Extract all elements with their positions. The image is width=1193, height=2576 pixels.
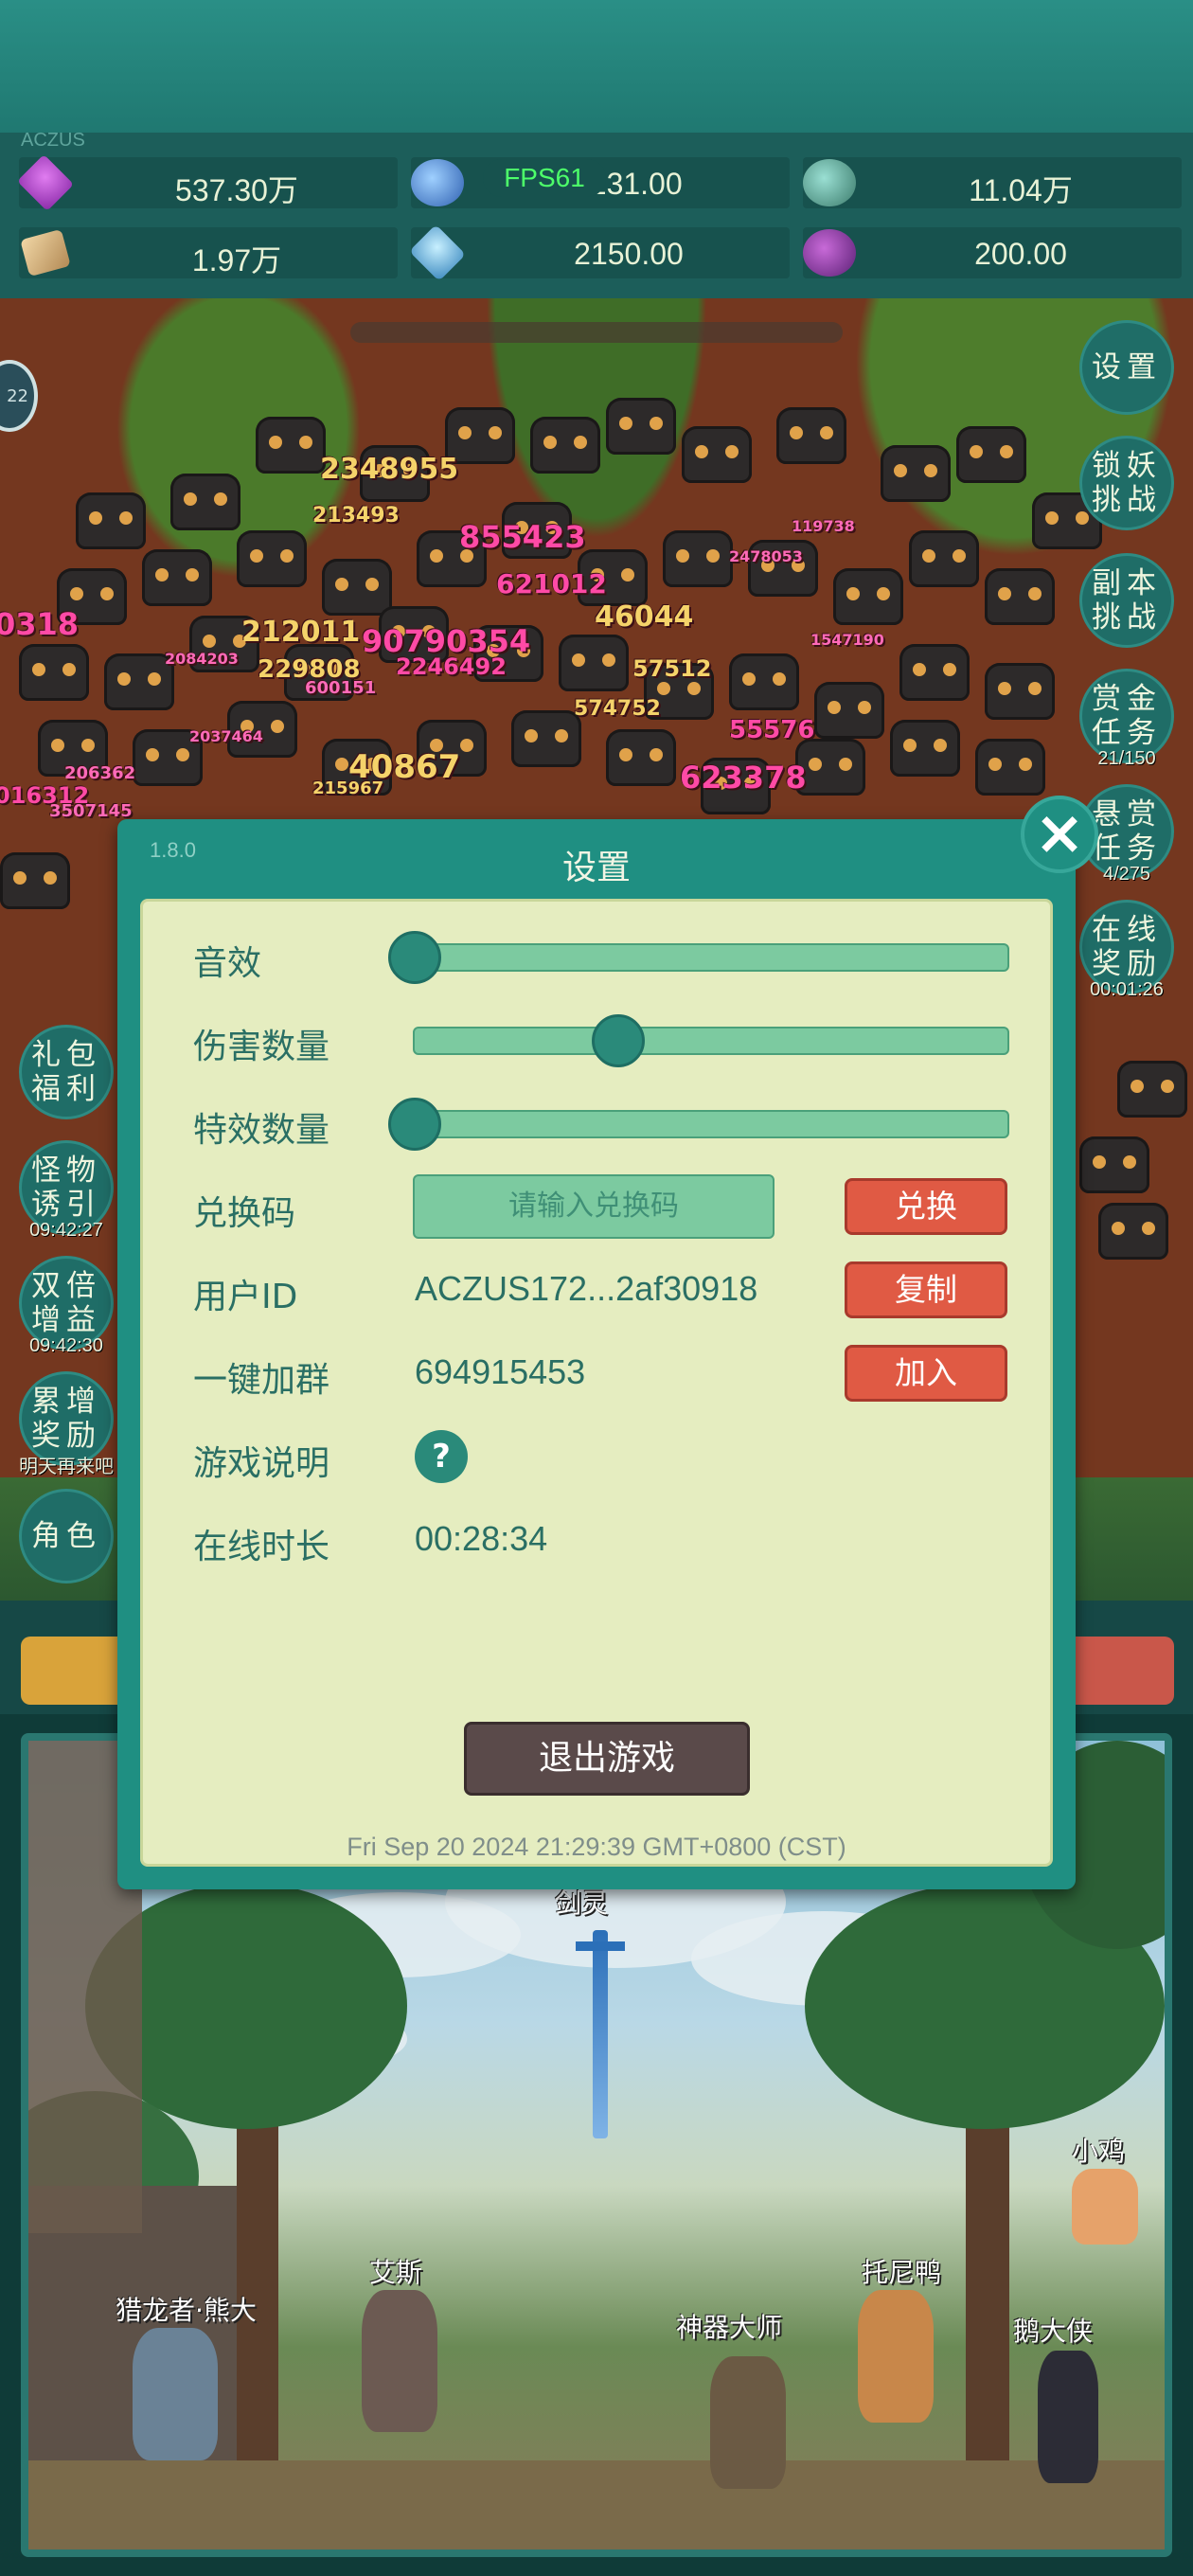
join-group-label: 一键加群: [193, 1361, 330, 1400]
help-icon[interactable]: ?: [415, 1430, 468, 1483]
redeem-button[interactable]: 兑换: [845, 1178, 1007, 1235]
timestamp: Fri Sep 20 2024 21:29:39 GMT+0800 (CST): [347, 1833, 846, 1861]
redeem-code-input[interactable]: 请输入兑换码: [413, 1174, 775, 1239]
damage-count-slider-thumb[interactable]: [592, 1014, 645, 1067]
online-time-value: 00:28:34: [415, 1519, 548, 1558]
effects-count-slider[interactable]: [390, 1110, 1009, 1138]
join-button[interactable]: 加入: [845, 1345, 1007, 1402]
game-help-label: 游戏说明: [193, 1444, 330, 1483]
damage-count-label: 伤害数量: [193, 1028, 330, 1066]
effects-count-slider-thumb[interactable]: [388, 1098, 441, 1151]
group-number: 694915453: [415, 1352, 586, 1391]
exit-game-button[interactable]: 退出游戏: [464, 1722, 750, 1796]
sound-slider-thumb[interactable]: [388, 931, 441, 984]
sound-slider[interactable]: [390, 943, 1009, 972]
damage-count-slider[interactable]: [413, 1027, 1009, 1055]
user-id-value: ACZUS172...2af30918: [415, 1269, 758, 1308]
close-icon[interactable]: ×: [1021, 796, 1098, 873]
redeem-label: 兑换码: [193, 1194, 296, 1233]
sound-label: 音效: [193, 944, 262, 983]
user-id-label: 用户ID: [193, 1278, 298, 1316]
effects-count-label: 特效数量: [193, 1111, 330, 1150]
dialog-title: 设置: [561, 849, 631, 887]
copy-button[interactable]: 复制: [845, 1261, 1007, 1318]
online-time-label: 在线时长: [193, 1528, 330, 1566]
